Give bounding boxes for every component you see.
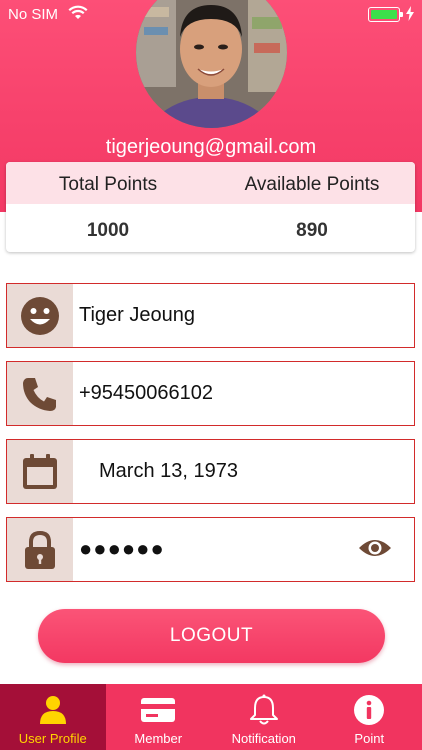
phone-icon [23,378,56,411]
birthday-field[interactable]: March 13, 1973 [6,439,415,504]
logout-button[interactable]: LOGOUT [38,609,385,663]
points-values: 1000 890 [6,204,415,252]
points-card: Total Points Available Points 1000 890 [6,162,415,252]
available-points-value: 890 [296,220,328,241]
password-field[interactable]: ●●●●●● [6,517,415,582]
tab-label: User Profile [18,731,87,746]
name-value: Tiger Jeoung [79,304,195,326]
tab-point[interactable]: Point [317,684,422,750]
available-points-label: Available Points [244,174,380,195]
tab-bar: User Profile Member Notification Point [0,684,422,750]
bell-icon [249,694,278,725]
user-email: tigerjeoung@gmail.com [105,136,317,158]
user-icon [39,696,66,724]
total-points-value: 1000 [86,220,130,241]
birthday-value: March 13, 1973 [99,460,238,482]
tab-user-profile[interactable]: User Profile [0,684,106,750]
tab-label: Member [134,731,183,746]
card-icon [141,698,176,722]
smiley-icon [21,297,59,335]
points-header: Total Points Available Points [6,162,415,204]
tab-label: Point [354,731,385,746]
battery-icon [368,7,403,22]
phone-field[interactable]: +95450066102 [6,361,415,426]
info-icon [354,695,385,725]
lock-icon [25,530,55,569]
tab-notification[interactable]: Notification [211,684,317,750]
password-value: ●●●●●● [79,536,165,561]
charging-icon [406,6,414,25]
calendar-icon [23,454,57,489]
total-points-label: Total Points [58,174,158,195]
tab-member[interactable]: Member [106,684,212,750]
phone-value: +95450066102 [79,382,214,404]
name-field[interactable]: Tiger Jeoung [6,283,415,348]
tab-label: Notification [231,731,296,746]
eye-icon[interactable] [358,536,392,565]
avatar[interactable] [136,0,287,128]
